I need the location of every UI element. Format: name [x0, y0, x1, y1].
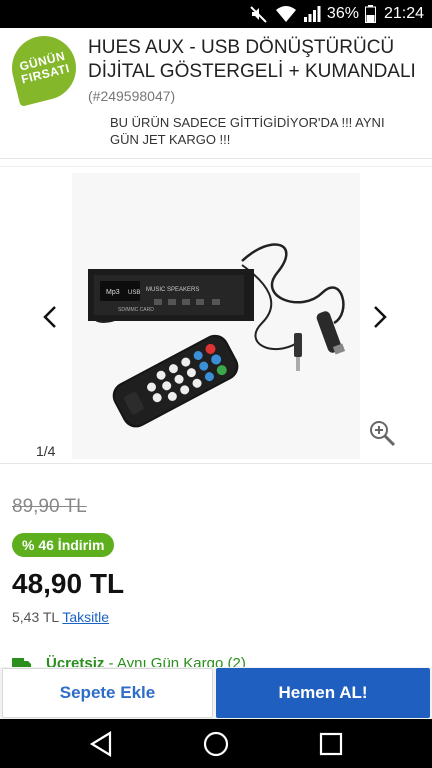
product-code: (#249598047) [88, 88, 176, 104]
navigation-bar [0, 719, 432, 768]
mp3-label: Mp3 [106, 289, 120, 296]
battery-percent: 36% [326, 5, 359, 22]
status-icons: 36% 21:24 [249, 4, 424, 24]
status-bar: 36% 21:24 [0, 0, 432, 28]
current-price: 48,90 TL [12, 568, 125, 599]
battery-icon [364, 5, 376, 23]
old-price: 89,90 TL [12, 496, 87, 517]
action-bar: Sepete Ekle Hemen AL! [0, 667, 432, 719]
recents-square-icon [319, 732, 343, 756]
deal-of-the-day-badge: GÜNÜN FIRSATI [5, 29, 83, 107]
next-image-button[interactable] [368, 303, 392, 331]
product-header: GÜNÜN FIRSATI HUES AUX - USB DÖNÜŞTÜRÜCÜ… [0, 28, 432, 159]
previous-image-button[interactable] [38, 303, 62, 331]
add-to-cart-button[interactable]: Sepete Ekle [2, 668, 213, 718]
buy-now-button[interactable]: Hemen AL! [216, 668, 430, 718]
back-triangle-icon [89, 731, 112, 757]
clock: 21:24 [383, 5, 424, 22]
product-title: HUES AUX - USB DÖNÜŞTÜRÜCÜ DİJİTAL GÖSTE… [88, 36, 418, 108]
installment-link[interactable]: Taksitle [62, 609, 109, 625]
wifi-icon [275, 6, 296, 22]
product-gallery[interactable]: Mp3 USB MUSIC SPEAKERS SD/MMC CARD 1/4 [0, 166, 432, 464]
sd-card-label: SD/MMC CARD [118, 307, 154, 313]
home-button[interactable] [201, 729, 231, 759]
chevron-left-icon [43, 306, 56, 328]
home-circle-icon [203, 731, 229, 757]
discount-badge: % 46 İndirim [12, 533, 115, 557]
recents-button[interactable] [316, 729, 346, 759]
signal-icon [303, 6, 321, 22]
product-photo[interactable]: Mp3 USB MUSIC SPEAKERS SD/MMC CARD [72, 173, 360, 459]
image-pager: 1/4 [36, 443, 56, 459]
usb-label: USB [128, 290, 140, 296]
product-title-text: HUES AUX - USB DÖNÜŞTÜRÜCÜ DİJİTAL GÖSTE… [88, 37, 416, 82]
music-speakers-label: MUSIC SPEAKERS [146, 287, 199, 293]
mute-icon [250, 6, 267, 23]
installment-amount: 5,43 TL [12, 609, 59, 625]
zoom-in-icon [370, 421, 396, 447]
product-subtitle: BU ÜRÜN SADECE GİTTİGİDİYOR'DA !!! AYNI … [110, 115, 385, 147]
chevron-right-icon [374, 306, 387, 328]
installment-info: 5,43 TL Taksitle [12, 609, 109, 625]
back-button[interactable] [86, 729, 116, 759]
zoom-button[interactable] [368, 419, 396, 447]
